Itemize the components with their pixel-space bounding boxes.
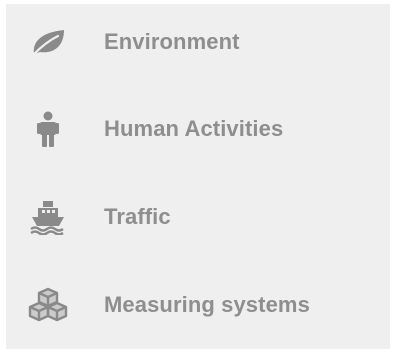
sidebar-menu: Environment Human Activities Traffic Mea…	[6, 4, 390, 349]
person-icon	[28, 109, 68, 149]
menu-item-label: Measuring systems	[104, 292, 310, 317]
menu-item-label: Traffic	[104, 204, 171, 229]
menu-item-traffic[interactable]: Traffic	[6, 187, 390, 247]
menu-item-label: Human Activities	[104, 116, 284, 141]
menu-item-label: Environment	[104, 29, 240, 54]
menu-item-measuring-systems[interactable]: Measuring systems	[6, 275, 390, 335]
ship-icon	[28, 197, 68, 237]
menu-item-human-activities[interactable]: Human Activities	[6, 99, 390, 159]
cubes-icon	[28, 285, 68, 325]
leaf-icon	[28, 22, 68, 62]
menu-item-environment[interactable]: Environment	[6, 12, 390, 72]
